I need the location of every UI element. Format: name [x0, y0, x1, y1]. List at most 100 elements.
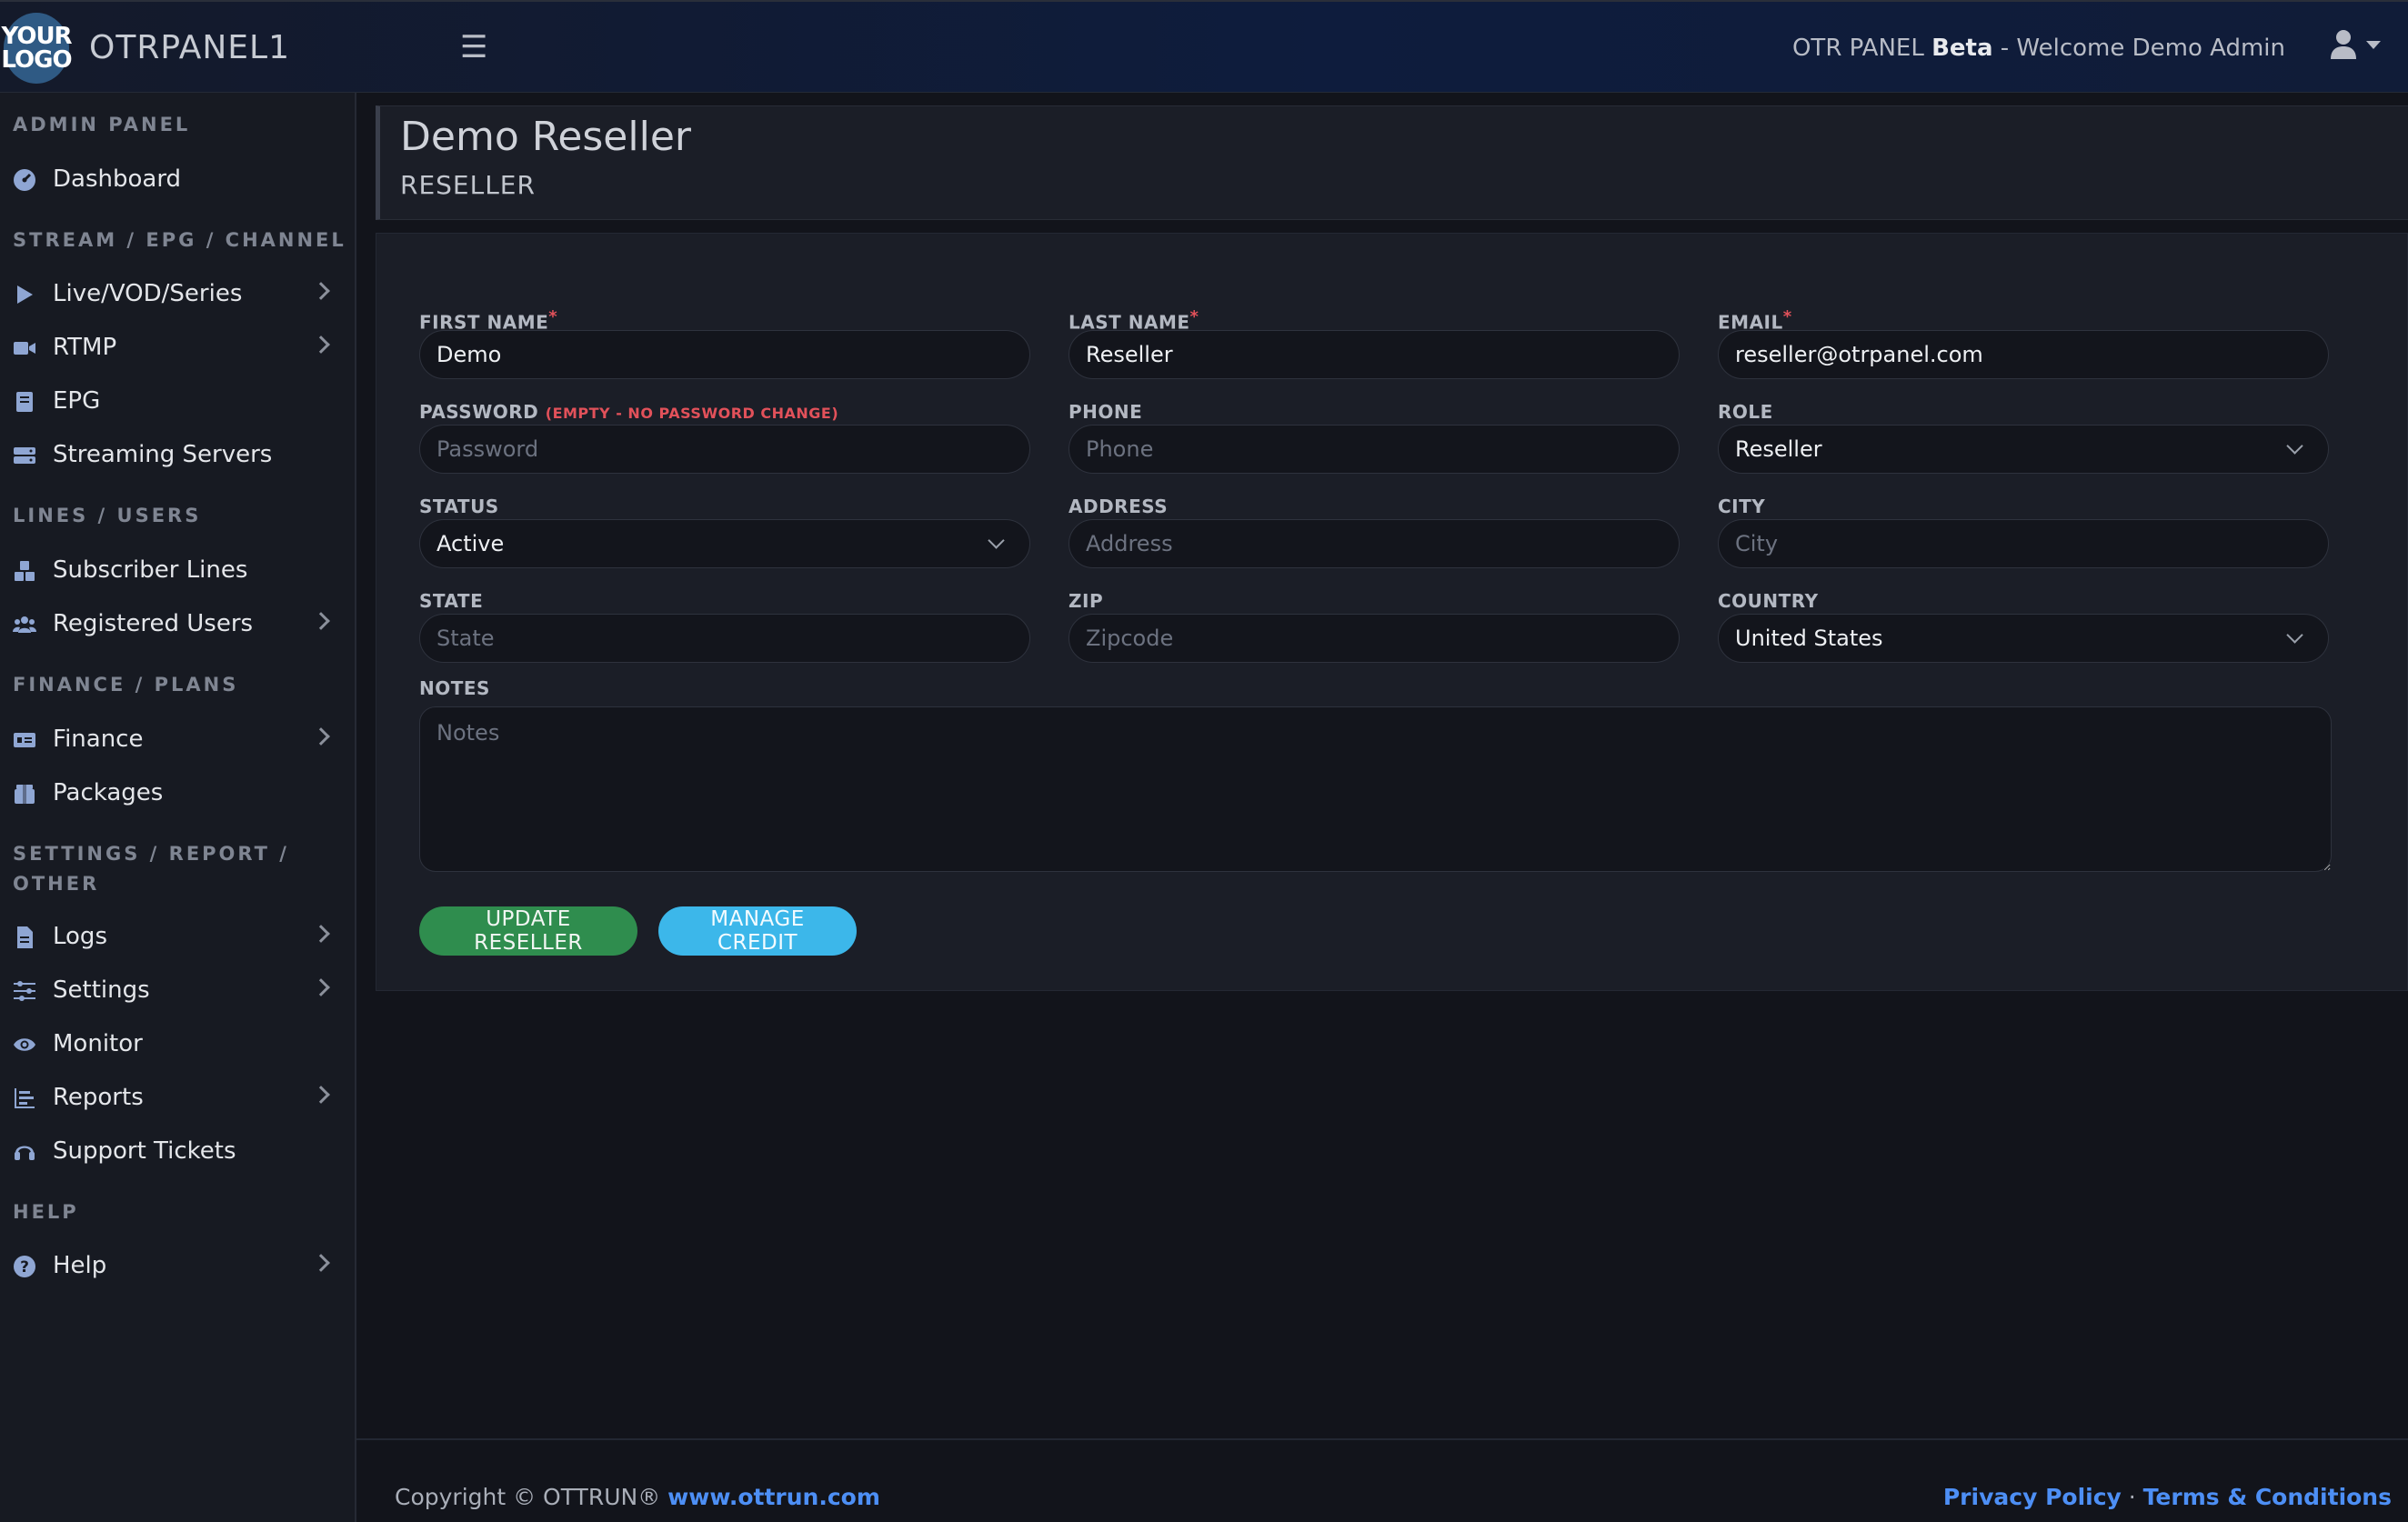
- footer: Copyright © OTTRUN® www.ottrun.com Priva…: [356, 1438, 2408, 1522]
- file-icon: [12, 925, 37, 950]
- notes-label: NOTES: [419, 677, 490, 699]
- notes-textarea[interactable]: [419, 706, 2332, 872]
- phone-label: PHONE: [1069, 401, 1143, 423]
- user-icon: [2331, 30, 2356, 59]
- question-circle-icon: ?: [12, 1254, 37, 1279]
- ottrun-link[interactable]: www.ottrun.com: [667, 1484, 880, 1510]
- logo-line-1: YOUR: [1, 23, 72, 50]
- section-finance-plans: FINANCE / PLANS: [13, 674, 239, 696]
- sidebar-item-label: Logs: [53, 923, 107, 950]
- country-group: COUNTRY United States: [1718, 588, 2329, 663]
- password-input[interactable]: [419, 425, 1030, 474]
- sidebar-item-support-tickets[interactable]: Support Tickets: [0, 1128, 355, 1174]
- chevron-right-icon: [312, 1254, 330, 1272]
- sidebar-item-label: Live/VOD/Series: [53, 280, 243, 307]
- footer-links: Privacy Policy · Terms & Conditions: [1943, 1484, 2392, 1510]
- sidebar-item-monitor[interactable]: Monitor: [0, 1021, 355, 1066]
- user-menu-button[interactable]: [2330, 29, 2381, 60]
- zip-input[interactable]: [1069, 614, 1680, 663]
- sliders-icon: [12, 978, 37, 1004]
- city-group: CITY: [1718, 494, 2329, 568]
- sidebar-item-label: EPG: [53, 387, 101, 415]
- email-label: EMAIL*: [1718, 305, 2329, 334]
- page-title: Demo Reseller: [400, 114, 691, 160]
- first-name-label-text: FIRST NAME: [419, 311, 549, 334]
- play-icon: [12, 282, 37, 307]
- country-select[interactable]: United States: [1718, 614, 2329, 663]
- required-mark: *: [1782, 307, 1792, 326]
- status-select[interactable]: Active: [419, 519, 1030, 568]
- sidebar-item-registered-users[interactable]: Registered Users: [0, 601, 355, 646]
- status-selected-value: Active: [436, 531, 505, 556]
- chevron-right-icon: [312, 727, 330, 746]
- box-icon: [12, 781, 37, 806]
- role-group: ROLE Reseller: [1718, 399, 2329, 474]
- section-help: HELP: [13, 1201, 79, 1223]
- section-lines-users: LINES / USERS: [13, 505, 202, 526]
- first-name-label: FIRST NAME*: [419, 305, 1030, 334]
- logo[interactable]: YOUR LOGO: [1, 13, 73, 84]
- welcome-prefix: OTR PANEL: [1791, 35, 1932, 62]
- terms-conditions-link[interactable]: Terms & Conditions: [2143, 1484, 2392, 1510]
- section-stream: STREAM / EPG / CHANNEL: [13, 229, 346, 251]
- city-input[interactable]: [1718, 519, 2329, 568]
- sidebar-item-rtmp[interactable]: RTMP: [0, 325, 355, 370]
- footer-separator: ·: [2121, 1484, 2143, 1510]
- sidebar-item-streaming-servers[interactable]: Streaming Servers: [0, 432, 355, 477]
- chevron-down-icon: [2286, 626, 2303, 644]
- sidebar-item-label: Support Tickets: [53, 1137, 236, 1165]
- section-settings-report-other-line1: SETTINGS / REPORT /: [13, 843, 289, 865]
- last-name-label-text: LAST NAME: [1069, 311, 1190, 334]
- state-group: STATE: [419, 588, 1030, 663]
- first-name-input[interactable]: [419, 330, 1030, 379]
- phone-group: PHONE: [1069, 399, 1680, 474]
- manage-credit-button[interactable]: MANAGE CREDIT: [658, 906, 857, 956]
- sidebar-item-reports[interactable]: Reports: [0, 1075, 355, 1120]
- hamburger-menu-icon[interactable]: ☰: [460, 29, 487, 65]
- required-mark: *: [548, 307, 558, 326]
- email-input[interactable]: [1718, 330, 2329, 379]
- zip-label: ZIP: [1069, 590, 1104, 612]
- role-select[interactable]: Reseller: [1718, 425, 2329, 474]
- sidebar-item-label: Reports: [53, 1084, 144, 1111]
- privacy-policy-link[interactable]: Privacy Policy: [1943, 1484, 2122, 1510]
- password-hint: (EMPTY - NO PASSWORD CHANGE): [545, 405, 839, 422]
- video-camera-icon: [12, 335, 37, 361]
- chart-bar-icon: [12, 1086, 37, 1111]
- sidebar-item-finance[interactable]: Finance: [0, 716, 355, 762]
- sidebar-item-packages[interactable]: Packages: [0, 770, 355, 816]
- role-selected-value: Reseller: [1735, 436, 1822, 462]
- sidebar-item-label: Packages: [53, 779, 164, 806]
- page-subtitle: RESELLER: [400, 170, 536, 200]
- last-name-input[interactable]: [1069, 330, 1680, 379]
- phone-input[interactable]: [1069, 425, 1680, 474]
- address-group: ADDRESS: [1069, 494, 1680, 568]
- section-settings-report-other-line2: OTHER: [13, 873, 100, 895]
- brand-name[interactable]: OTRPANEL1: [89, 29, 290, 66]
- chevron-right-icon: [312, 612, 330, 630]
- state-input[interactable]: [419, 614, 1030, 663]
- address-label: ADDRESS: [1069, 496, 1169, 517]
- country-selected-value: United States: [1735, 626, 1883, 651]
- sidebar-item-live-vod-series[interactable]: Live/VOD/Series: [0, 271, 355, 316]
- sidebar-item-label: Help: [53, 1252, 107, 1279]
- update-reseller-button[interactable]: UPDATE RESELLER: [419, 906, 637, 956]
- last-name-group: LAST NAME*: [1069, 305, 1680, 379]
- page-header: Demo Reseller RESELLER: [376, 105, 2408, 220]
- sidebar-item-dashboard[interactable]: Dashboard: [0, 156, 355, 202]
- sidebar-item-logs[interactable]: Logs: [0, 914, 355, 959]
- cubes-icon: [12, 558, 37, 584]
- address-input[interactable]: [1069, 519, 1680, 568]
- sidebar-item-label: Finance: [53, 726, 144, 753]
- required-mark: *: [1189, 307, 1199, 326]
- sidebar-item-help[interactable]: ? Help: [0, 1243, 355, 1288]
- role-label: ROLE: [1718, 401, 1773, 423]
- sidebar-item-subscriber-lines[interactable]: Subscriber Lines: [0, 547, 355, 593]
- book-icon: [12, 389, 37, 415]
- welcome-beta: Beta: [1931, 35, 1993, 62]
- sidebar-item-epg[interactable]: EPG: [0, 378, 355, 424]
- chevron-down-icon: [988, 532, 1005, 549]
- sidebar-item-settings[interactable]: Settings: [0, 967, 355, 1013]
- eye-icon: [12, 1032, 37, 1057]
- copyright: Copyright © OTTRUN® www.ottrun.com: [395, 1484, 880, 1510]
